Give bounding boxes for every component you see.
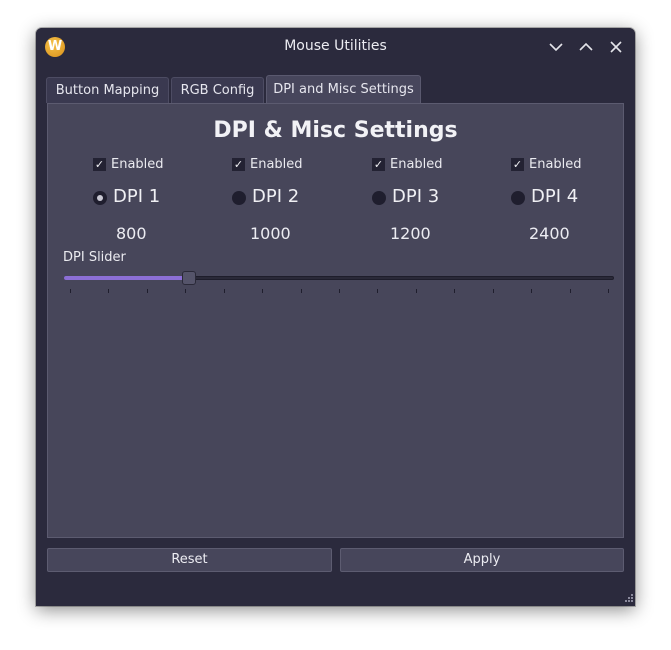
checkbox-checked-icon[interactable]: ✓ xyxy=(372,158,385,171)
checkbox-label: Enabled xyxy=(390,157,443,172)
radio-label: DPI 3 xyxy=(392,186,440,207)
radio-unselected-icon[interactable] xyxy=(232,191,246,205)
resize-grip-icon[interactable] xyxy=(623,594,633,604)
dpi-slider[interactable] xyxy=(64,270,614,294)
slider-tick xyxy=(262,289,264,293)
slider-tick xyxy=(569,289,571,293)
slider-tick xyxy=(146,289,148,293)
checkbox-checked-icon[interactable]: ✓ xyxy=(511,158,524,171)
apply-button[interactable]: Apply xyxy=(340,548,624,572)
maximize-button[interactable] xyxy=(576,37,596,57)
slider-tick xyxy=(339,289,340,293)
slider-tick xyxy=(531,289,533,293)
checkbox-checked-icon[interactable]: ✓ xyxy=(232,158,245,171)
slider-tick xyxy=(185,289,187,293)
slider-tick xyxy=(608,289,609,293)
radio-selected-icon[interactable] xyxy=(93,191,107,205)
dpi-value: 2400 xyxy=(529,224,570,243)
tab-button-mapping[interactable]: Button Mapping xyxy=(46,77,169,103)
dpi-value: 1000 xyxy=(250,224,291,243)
radio-unselected-icon[interactable] xyxy=(511,191,525,205)
dpi-value: 800 xyxy=(116,224,147,243)
radio-unselected-icon[interactable] xyxy=(372,191,386,205)
slider-fill xyxy=(64,276,189,280)
radio-label: DPI 2 xyxy=(252,186,300,207)
minimize-button[interactable] xyxy=(546,37,566,57)
chevron-up-icon xyxy=(579,42,593,51)
dpi-slider-label: DPI Slider xyxy=(63,250,126,265)
radio-label: DPI 1 xyxy=(113,186,161,207)
slider-tick xyxy=(108,289,110,293)
checkbox-label: Enabled xyxy=(529,157,582,172)
slider-tick xyxy=(415,289,417,293)
checkbox-checked-icon[interactable]: ✓ xyxy=(93,158,106,171)
slider-tick xyxy=(454,289,456,293)
main-window: W Mouse Utilities Button Mapping RGB Con… xyxy=(36,28,635,606)
close-icon xyxy=(610,41,622,53)
checkbox-label: Enabled xyxy=(250,157,303,172)
page-title: DPI & Misc Settings xyxy=(213,118,458,143)
slider-tick xyxy=(492,289,494,293)
reset-button[interactable]: Reset xyxy=(47,548,332,572)
tab-dpi-misc-settings[interactable]: DPI and Misc Settings xyxy=(266,75,421,104)
slider-tick xyxy=(300,289,302,293)
slider-handle[interactable] xyxy=(182,271,197,285)
title-bar[interactable]: W Mouse Utilities xyxy=(36,28,635,66)
slider-tick xyxy=(223,289,225,293)
slider-tick xyxy=(70,289,71,293)
chevron-down-icon xyxy=(549,43,563,52)
slider-tick xyxy=(377,289,379,293)
radio-label: DPI 4 xyxy=(531,186,579,207)
checkbox-label: Enabled xyxy=(111,157,164,172)
dpi-settings-panel: DPI & Misc Settings ✓ Enabled DPI 1 800 … xyxy=(47,103,624,538)
close-button[interactable] xyxy=(606,37,626,57)
tab-rgb-config[interactable]: RGB Config xyxy=(171,77,264,103)
dpi-value: 1200 xyxy=(390,224,431,243)
